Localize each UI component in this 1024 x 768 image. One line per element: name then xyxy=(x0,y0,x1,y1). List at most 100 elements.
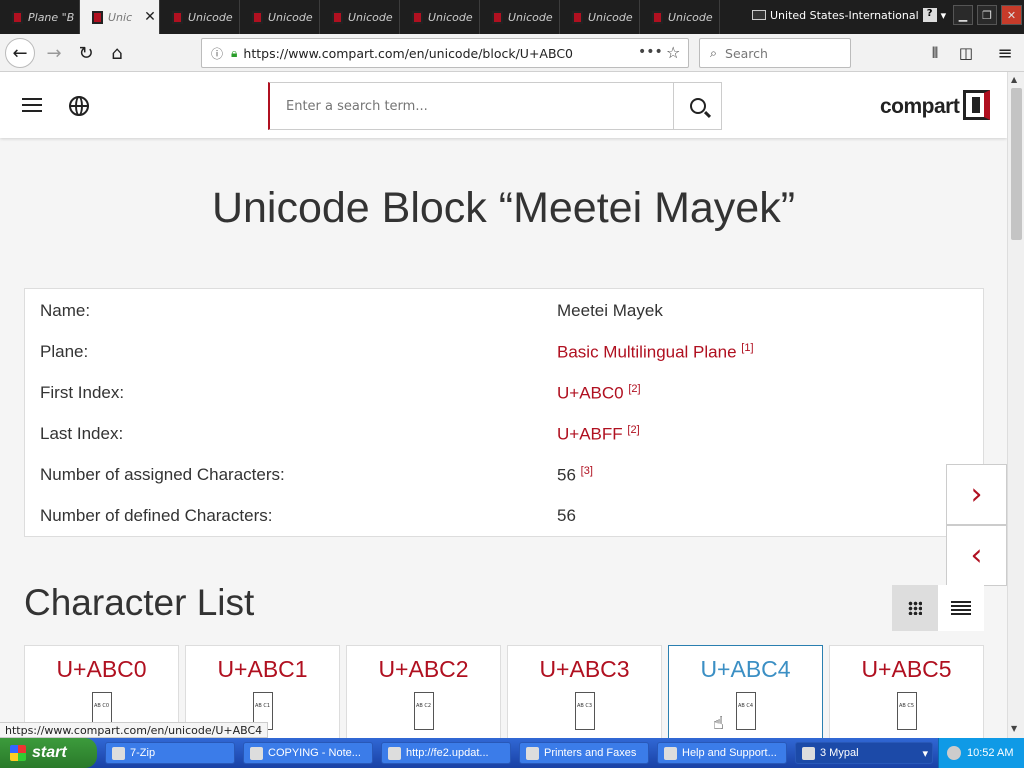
minimize-icon: ▁ xyxy=(958,8,968,22)
info-key: Number of defined Characters: xyxy=(40,506,273,525)
compart-favicon-icon xyxy=(332,10,343,24)
browser-tab[interactable]: Unicode xyxy=(640,0,720,34)
volume-icon[interactable] xyxy=(947,746,961,760)
mypal-icon xyxy=(802,746,815,760)
block-info-table: Name: Meetei Mayek Plane: Basic Multilin… xyxy=(24,288,984,537)
info-row-defined: Number of defined Characters: 56 xyxy=(40,506,970,534)
codepoint-label: U+ABC2 xyxy=(378,656,469,682)
language-bar[interactable]: United States-International ? ▾ xyxy=(752,4,946,26)
grid-view-button[interactable] xyxy=(892,585,938,631)
globe-icon[interactable] xyxy=(69,96,89,116)
browser-tab[interactable]: Unicode xyxy=(160,0,240,34)
first-index-link[interactable]: U+ABC0 xyxy=(557,384,624,403)
browser-tab[interactable]: Unicode xyxy=(560,0,640,34)
taskbar-item-7zip[interactable]: 7-Zip xyxy=(105,742,235,764)
taskbar-item-printers[interactable]: Printers and Faxes xyxy=(519,742,649,764)
info-value-wrap: U+ABFF [2] xyxy=(557,424,640,445)
taskbar-item-label: 3 Mypal xyxy=(820,747,859,759)
browser-tab-active[interactable]: Unic ✕ xyxy=(80,0,160,34)
clock[interactable]: 10:52 AM xyxy=(967,747,1013,759)
footnote-ref[interactable]: [2] xyxy=(628,383,640,395)
browser-tab[interactable]: Unicode xyxy=(320,0,400,34)
compart-logo[interactable]: compart xyxy=(880,90,991,122)
lock-icon[interactable]: 🔒︎ xyxy=(231,46,237,61)
taskbar-item-notepad[interactable]: COPYING - Note... xyxy=(243,742,373,764)
tab-close-icon[interactable]: ✕ xyxy=(144,9,156,25)
forward-button[interactable]: → xyxy=(40,39,68,67)
site-search-input[interactable] xyxy=(286,98,666,114)
close-window-button[interactable]: ✕ xyxy=(1001,5,1022,25)
character-card[interactable]: U+ABC2 AB C2 xyxy=(346,645,501,738)
page-actions-icon[interactable]: ••• xyxy=(638,44,663,60)
codepoint-label: U+ABC1 xyxy=(217,656,308,682)
url-text[interactable]: https://www.compart.com/en/unicode/block… xyxy=(243,46,573,61)
browser-tab[interactable]: Unicode xyxy=(400,0,480,34)
list-view-button[interactable] xyxy=(938,585,984,631)
info-value: Meetei Mayek xyxy=(557,301,663,320)
taskbar-item-mypal[interactable]: 3 Mypal ▾ xyxy=(795,742,933,764)
footnote-ref[interactable]: [1] xyxy=(741,342,753,354)
info-row-name: Name: Meetei Mayek xyxy=(40,301,970,329)
info-row-last-index: Last Index: U+ABFF [2] xyxy=(40,424,970,452)
vertical-scrollbar[interactable]: ▲ ▼ xyxy=(1007,72,1024,738)
codepoint-label: U+ABC4 xyxy=(700,656,791,682)
character-card-hovered[interactable]: U+ABC4 AB C4 xyxy=(668,645,823,738)
library-button[interactable]: ⫴ xyxy=(921,39,949,67)
footnote-ref[interactable]: [3] xyxy=(581,465,593,477)
compart-favicon-icon xyxy=(412,10,423,24)
reload-button[interactable]: ↻ xyxy=(72,39,100,67)
site-search-button[interactable] xyxy=(673,83,721,129)
plane-link[interactable]: Basic Multilingual Plane xyxy=(557,343,737,362)
info-key: Number of assigned Characters: xyxy=(40,465,285,484)
chevron-down-icon: ▾ xyxy=(922,747,928,760)
list-icon xyxy=(951,601,971,615)
search-icon: ⌕ xyxy=(710,45,718,60)
taskbar-item-help[interactable]: Help and Support... xyxy=(657,742,787,764)
chevron-down-icon[interactable]: ▾ xyxy=(941,9,947,22)
compart-favicon-icon xyxy=(92,10,103,24)
back-button[interactable]: ← xyxy=(5,38,35,68)
browser-tab[interactable]: Unicode xyxy=(480,0,560,34)
site-search-box[interactable] xyxy=(268,82,722,130)
library-icon: ⫴ xyxy=(931,44,939,62)
scroll-up-icon[interactable]: ▲ xyxy=(1011,75,1017,84)
character-list-heading: Character List xyxy=(24,582,255,623)
info-row-first-index: First Index: U+ABC0 [2] xyxy=(40,383,970,411)
browser-tab[interactable]: Unicode xyxy=(240,0,320,34)
sidebar-button[interactable]: ◫ xyxy=(952,39,980,67)
start-button[interactable]: start xyxy=(0,738,97,768)
previous-block-button[interactable]: ‹ xyxy=(946,525,1007,586)
last-index-link[interactable]: U+ABFF xyxy=(557,425,623,444)
ie-icon xyxy=(388,746,401,760)
footnote-ref[interactable]: [2] xyxy=(627,424,639,436)
compart-favicon-icon xyxy=(572,10,583,24)
minimize-button[interactable]: ▁ xyxy=(953,5,973,25)
info-key: Last Index: xyxy=(40,424,124,443)
taskbar-item-ie[interactable]: http://fe2.updat... xyxy=(381,742,511,764)
info-icon[interactable]: ⓘ xyxy=(211,45,223,62)
help-icon[interactable]: ? xyxy=(922,8,937,22)
home-button[interactable]: ⌂ xyxy=(103,39,131,67)
info-key: Name: xyxy=(40,301,91,320)
scroll-down-icon[interactable]: ▼ xyxy=(1011,724,1017,733)
search-icon xyxy=(689,98,706,114)
info-value-wrap: Basic Multilingual Plane [1] xyxy=(557,342,754,363)
sidebar-icon: ◫ xyxy=(958,44,974,62)
page-content: compart Unicode Block “Meetei Mayek” Nam… xyxy=(0,72,1007,738)
menu-icon[interactable] xyxy=(22,98,42,112)
menu-button[interactable]: ≡ xyxy=(991,39,1019,67)
character-card[interactable]: U+ABC3 AB C3 xyxy=(507,645,662,738)
url-bar[interactable]: ⓘ 🔒︎ https://www.compart.com/en/unicode/… xyxy=(201,38,689,68)
page-title: Unicode Block “Meetei Mayek” xyxy=(211,184,796,232)
info-value-wrap: U+ABC0 [2] xyxy=(557,383,641,404)
bookmark-star-icon[interactable]: ☆ xyxy=(666,43,680,62)
next-block-button[interactable]: › xyxy=(946,464,1007,525)
browser-tab[interactable]: Plane "B xyxy=(0,0,80,34)
restore-button[interactable]: ❐ xyxy=(977,5,997,25)
scrollbar-thumb[interactable] xyxy=(1011,88,1022,240)
browser-search-field[interactable]: ⌕ Search xyxy=(699,38,851,68)
character-card[interactable]: U+ABC5 AB C5 xyxy=(829,645,984,738)
taskbar-item-label: http://fe2.updat... xyxy=(406,747,489,759)
home-icon: ⌂ xyxy=(111,42,123,64)
glyph-placeholder: AB C4 xyxy=(735,692,756,730)
